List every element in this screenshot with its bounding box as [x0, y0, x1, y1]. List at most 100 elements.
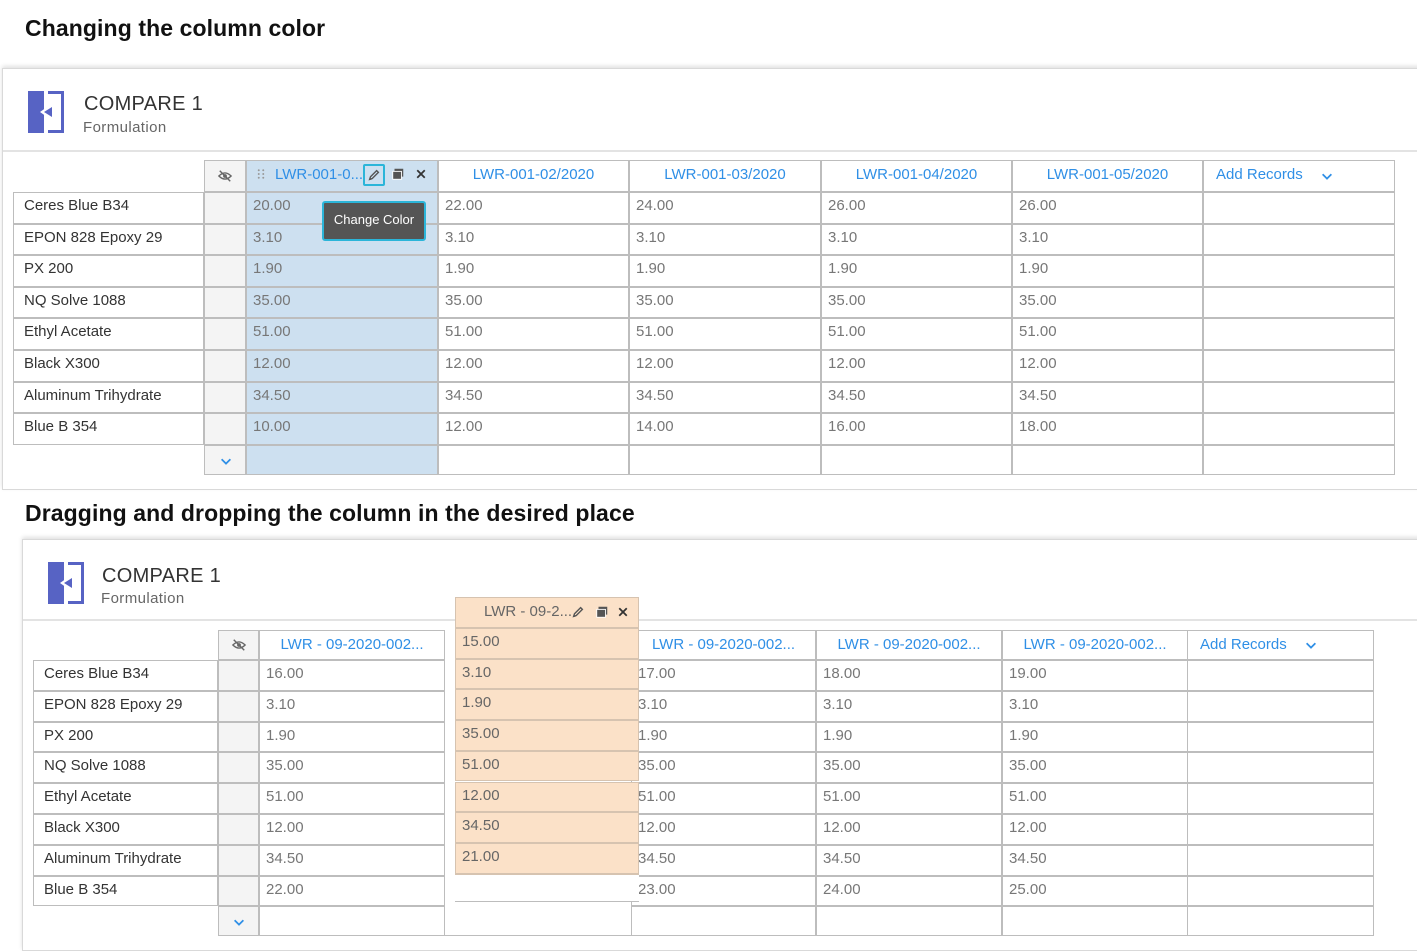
table-cell: [1187, 783, 1374, 814]
add-records-label[interactable]: Add Records: [1200, 636, 1287, 653]
table-cell: 35.00: [1012, 286, 1203, 319]
table-cell: 1.90: [629, 255, 821, 287]
hide-columns-toggle[interactable]: [218, 630, 259, 660]
row-label: NQ Solve 1088: [33, 752, 218, 784]
eye-off-icon[interactable]: [231, 638, 247, 652]
dragged-column-cell: 35.00: [455, 720, 639, 751]
chevron-down-icon[interactable]: [1320, 169, 1334, 183]
table-cell: 1.90: [259, 721, 445, 753]
table-cell: 16.00: [259, 660, 445, 691]
table-cell: 18.00: [816, 660, 1002, 691]
table-cell: [1203, 192, 1395, 224]
table-cell: 12.00: [246, 350, 438, 382]
table-cell: [1203, 318, 1395, 350]
table-cell: 12.00: [631, 814, 816, 845]
table-cell: [1187, 814, 1374, 845]
table-cell: 34.50: [631, 844, 816, 876]
table-cell: [246, 444, 438, 475]
table-cell: 10.00: [246, 413, 438, 445]
table-cell: [1002, 906, 1188, 937]
column-header[interactable]: LWR - 09-2020-002...: [631, 630, 816, 660]
table-cell: 12.00: [438, 350, 629, 382]
dragged-column-cell: 12.00: [455, 781, 639, 813]
dragged-column-cell: 15.00: [455, 628, 639, 659]
pencil-icon[interactable]: [571, 605, 585, 619]
panel-header: COMPARE 1 Formulation: [3, 69, 1417, 152]
row-label: Aluminum Trihydrate: [13, 381, 204, 414]
column-header[interactable]: LWR-001-0...: [246, 160, 438, 192]
table-cell: 1.90: [631, 721, 816, 753]
row-label: Ceres Blue B34: [33, 660, 218, 691]
dragged-column-label[interactable]: LWR - 09-2...: [484, 603, 572, 620]
panel-subtitle: Formulation: [83, 119, 167, 136]
close-icon[interactable]: [617, 606, 629, 618]
table-cell: 34.50: [259, 844, 445, 876]
add-records-dropdown[interactable]: Add Records: [1187, 630, 1374, 660]
table-cell: [1203, 255, 1395, 287]
table-cell: 34.50: [246, 381, 438, 414]
row-gutter: [218, 721, 259, 753]
table-cell: [1203, 444, 1395, 475]
pencil-icon[interactable]: [367, 168, 381, 182]
table-cell: 3.10: [816, 690, 1002, 722]
table-cell: 34.50: [821, 381, 1012, 414]
row-label: EPON 828 Epoxy 29: [13, 223, 204, 256]
row-gutter: [218, 783, 259, 814]
row-gutter: [218, 814, 259, 845]
close-icon[interactable]: [415, 168, 427, 180]
dragged-column-cell: 51.00: [455, 750, 639, 782]
table-cell: [1187, 875, 1374, 907]
row-label: PX 200: [13, 255, 204, 287]
panel-header: COMPARE 1 Formulation: [23, 540, 1417, 621]
row-gutter: [204, 223, 246, 256]
table-cell: 23.00: [631, 875, 816, 907]
table-cell: [1203, 286, 1395, 319]
column-header-label[interactable]: LWR-001-0...: [275, 166, 363, 183]
table-cell: [1187, 752, 1374, 784]
eye-off-icon[interactable]: [217, 169, 233, 183]
table-cell: [629, 444, 821, 475]
drag-handle-icon[interactable]: [255, 166, 267, 182]
table-cell: 3.10: [1002, 690, 1188, 722]
dragged-column-header[interactable]: LWR - 09-2...: [455, 597, 639, 628]
table-cell: 19.00: [1002, 660, 1188, 691]
column-header[interactable]: LWR-001-02/2020: [438, 160, 629, 192]
row-label: NQ Solve 1088: [13, 286, 204, 319]
row-gutter: [204, 350, 246, 382]
table-cell: 3.10: [259, 690, 445, 722]
add-records-dropdown[interactable]: Add Records: [1203, 160, 1395, 192]
table-cell: 34.50: [629, 381, 821, 414]
column-header[interactable]: LWR - 09-2020-002...: [259, 630, 445, 660]
column-header[interactable]: LWR - 09-2020-002...: [1002, 630, 1188, 660]
table-cell: 22.00: [259, 875, 445, 907]
table-cell: 34.50: [816, 844, 1002, 876]
table-cell: 51.00: [631, 783, 816, 814]
row-label: Ethyl Acetate: [33, 783, 218, 814]
change-color-button[interactable]: [363, 164, 385, 186]
table-cell: 17.00: [631, 660, 816, 691]
expand-rows-button[interactable]: [218, 906, 259, 937]
column-header[interactable]: LWR-001-05/2020: [1012, 160, 1203, 192]
hide-columns-toggle[interactable]: [204, 160, 246, 192]
column-header[interactable]: LWR-001-03/2020: [629, 160, 821, 192]
table-cell: 1.90: [246, 255, 438, 287]
row-label: Ethyl Acetate: [13, 318, 204, 350]
duplicate-icon[interactable]: [391, 167, 405, 181]
table-cell: 34.50: [1012, 381, 1203, 414]
table-cell: 12.00: [629, 350, 821, 382]
table-cell: 3.10: [438, 223, 629, 256]
column-header[interactable]: LWR - 09-2020-002...: [816, 630, 1002, 660]
dragged-column-cell: 3.10: [455, 658, 639, 690]
add-records-label[interactable]: Add Records: [1216, 166, 1303, 183]
duplicate-icon[interactable]: [595, 605, 609, 619]
chevron-down-icon[interactable]: [232, 915, 246, 929]
row-gutter: [204, 192, 246, 224]
row-gutter: [204, 413, 246, 445]
table-cell: 1.90: [1012, 255, 1203, 287]
expand-rows-button[interactable]: [204, 444, 246, 475]
table-cell: 51.00: [1012, 318, 1203, 350]
table-cell: 35.00: [629, 286, 821, 319]
column-header[interactable]: LWR-001-04/2020: [821, 160, 1012, 192]
chevron-down-icon[interactable]: [1304, 638, 1318, 652]
chevron-down-icon[interactable]: [219, 454, 233, 468]
